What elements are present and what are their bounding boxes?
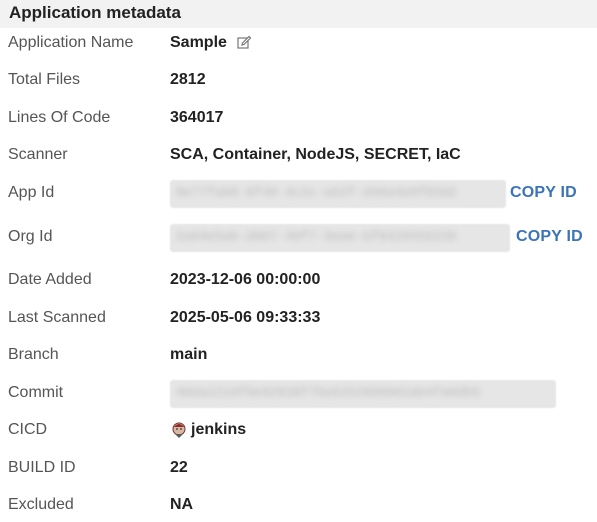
total-files-label: Total Files [8, 71, 81, 88]
row-build-id: BUILD ID 22 [0, 455, 597, 485]
last-scanned-value: 2025-05-06 09:33:33 [170, 309, 321, 326]
scanner-label: Scanner [8, 146, 68, 163]
lines-of-code-label: Lines Of Code [8, 109, 111, 126]
branch-label: Branch [8, 346, 59, 363]
row-commit: Commit 40ea1219f0e92838f75e6252899961de4… [0, 380, 597, 410]
build-id-value: 22 [170, 459, 188, 476]
commit-redacted-value: 40ea1219f0e92838f75e6252899961de4fa8db5 [170, 380, 556, 408]
edit-icon[interactable] [236, 35, 252, 51]
app-id-label: App Id [8, 184, 55, 201]
row-last-scanned: Last Scanned 2025-05-06 09:33:33 [0, 305, 597, 335]
cicd-label: CICD [8, 421, 48, 438]
row-app-id: App Id 8e77fa96-8f46-4c2c-a52f-d46a4e9f8… [0, 180, 597, 210]
application-name-value: Sample [170, 34, 227, 51]
org-id-redacted-value: 2a64e5ab-d607-49f7-9eae-bf8429455235 [170, 224, 510, 252]
branch-value: main [170, 346, 208, 363]
row-scanner: Scanner SCA, Container, NodeJS, SECRET, … [0, 142, 597, 172]
metadata-header: Application metadata [0, 0, 597, 28]
org-id-label: Org Id [8, 228, 53, 245]
row-lines-of-code: Lines Of Code 364017 [0, 105, 597, 135]
date-added-value: 2023-12-06 00:00:00 [170, 271, 321, 288]
jenkins-icon [172, 422, 186, 438]
copy-org-id-button[interactable]: COPY ID [516, 228, 583, 246]
lines-of-code-value: 364017 [170, 109, 224, 126]
row-org-id: Org Id 2a64e5ab-d607-49f7-9eae-bf8429455… [0, 224, 597, 254]
row-cicd: CICD jenkins [0, 417, 597, 447]
row-total-files: Total Files 2812 [0, 67, 597, 97]
row-branch: Branch main [0, 342, 597, 372]
row-application-name: Application Name Sample [0, 30, 597, 60]
total-files-value: 2812 [170, 71, 206, 88]
date-added-label: Date Added [8, 271, 92, 288]
row-excluded: Excluded NA [0, 492, 597, 522]
row-date-added: Date Added 2023-12-06 00:00:00 [0, 267, 597, 297]
copy-app-id-button[interactable]: COPY ID [510, 184, 577, 202]
application-name-label: Application Name [8, 34, 134, 51]
last-scanned-label: Last Scanned [8, 309, 106, 326]
commit-label: Commit [8, 384, 64, 401]
scanner-value: SCA, Container, NodeJS, SECRET, IaC [170, 146, 461, 163]
cicd-value: jenkins [191, 421, 247, 438]
excluded-value: NA [170, 496, 194, 513]
excluded-label: Excluded [8, 496, 74, 513]
build-id-label: BUILD ID [8, 459, 76, 476]
app-id-redacted-value: 8e77fa96-8f46-4c2c-a52f-d46a4e9f8392 [170, 180, 506, 208]
metadata-title: Application metadata [9, 3, 181, 22]
